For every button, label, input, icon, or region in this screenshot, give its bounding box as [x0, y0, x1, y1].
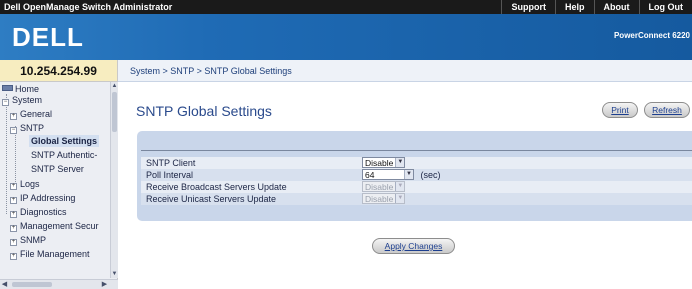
chevron-down-icon: ▼ — [395, 182, 405, 191]
sidebar-item-label: Home — [15, 84, 40, 94]
select-value: Disable — [365, 157, 394, 168]
apply-changes-button[interactable]: Apply Changes — [372, 238, 455, 254]
unit-label: (sec) — [420, 169, 441, 180]
expand-icon[interactable]: + — [10, 197, 17, 204]
sidebar-item-ip-addressing[interactable]: + IP Addressing — [10, 193, 75, 204]
unicast-update-select: Disable ▼ — [362, 193, 406, 204]
sidebar-item-label: SNTP — [20, 123, 45, 133]
tree-connector — [6, 94, 7, 214]
sidebar-item-general[interactable]: + General — [10, 109, 52, 120]
field-label: Poll Interval — [146, 170, 194, 180]
expand-icon[interactable]: + — [10, 113, 17, 120]
arrow-down-icon[interactable]: ▼ — [111, 270, 118, 278]
logout-link[interactable]: Log Out — [638, 0, 692, 14]
row-poll-interval: Poll Interval 64 ▼ (sec) — [141, 169, 692, 181]
arrow-right-icon[interactable]: ▶ — [100, 280, 109, 289]
chevron-down-icon: ▼ — [404, 170, 413, 179]
sidebar-item-label: Global Settings — [31, 136, 98, 146]
row-broadcast-update: Receive Broadcast Servers Update Disable… — [141, 181, 692, 193]
sidebar-item-label: Management Secur — [20, 221, 99, 231]
logo-text: DELL — [12, 22, 84, 52]
app-title: Dell OpenManage Switch Administrator — [4, 2, 173, 12]
breadcrumb: System > SNTP > SNTP Global Settings — [130, 66, 292, 76]
refresh-button[interactable]: Refresh — [644, 102, 690, 118]
select-value: 64 — [365, 169, 375, 180]
expand-icon[interactable]: + — [10, 183, 17, 190]
help-link[interactable]: Help — [554, 0, 594, 14]
collapse-icon[interactable]: − — [2, 99, 9, 106]
sidebar-item-sntp[interactable]: − SNTP — [10, 123, 44, 134]
product-name: PowerConnect 6220 — [613, 31, 690, 40]
field-label: Receive Broadcast Servers Update — [146, 182, 287, 192]
expand-icon[interactable]: + — [10, 239, 17, 246]
home-icon — [2, 85, 13, 91]
tree-connector — [15, 126, 16, 182]
support-link[interactable]: Support — [501, 0, 555, 14]
sidebar-horizontal-scrollbar[interactable]: ◀ ▶ — [0, 279, 118, 289]
breadcrumb-bar: System > SNTP > SNTP Global Settings — [118, 60, 692, 82]
sidebar-item-label: SNTP Server — [31, 164, 84, 174]
sidebar-item-management-security[interactable]: + Management Secur — [10, 221, 99, 232]
sidebar-item-sntp-server[interactable]: SNTP Server — [31, 164, 84, 174]
header-banner: DELL PowerConnect 6220 — [0, 14, 692, 60]
field-label: Receive Unicast Servers Update — [146, 194, 277, 204]
page-title: SNTP Global Settings — [136, 103, 272, 119]
sidebar-item-label: Logs — [20, 179, 40, 189]
select-value: Disable — [365, 193, 394, 204]
sidebar-item-label: IP Addressing — [20, 193, 76, 203]
device-ip: 10.254.254.99 — [0, 60, 118, 82]
expand-icon[interactable]: + — [10, 225, 17, 232]
sidebar-item-system[interactable]: − System — [2, 95, 42, 106]
arrow-left-icon[interactable]: ◀ — [0, 280, 9, 289]
chevron-down-icon: ▼ — [395, 158, 405, 167]
sntp-client-select[interactable]: Disable ▼ — [362, 157, 406, 168]
scroll-thumb[interactable] — [12, 282, 52, 287]
top-bar: Dell OpenManage Switch Administrator Sup… — [0, 0, 692, 14]
sidebar-item-label: SNTP Authentic- — [31, 150, 98, 160]
top-links: Support Help About Log Out — [501, 0, 692, 14]
sidebar-item-logs[interactable]: + Logs — [10, 179, 40, 190]
arrow-up-icon[interactable]: ▲ — [111, 82, 118, 90]
sidebar-item-snmp[interactable]: + SNMP — [10, 235, 46, 246]
scroll-thumb[interactable] — [112, 92, 117, 132]
sidebar-item-label: File Management — [20, 249, 90, 259]
navigation-tree: Home − System + General − SNTP Global Setti… — [0, 82, 118, 289]
field-label: SNTP Client — [146, 158, 196, 168]
expand-icon[interactable]: + — [10, 253, 17, 260]
sidebar-item-file-management[interactable]: + File Management — [10, 249, 90, 260]
about-link[interactable]: About — [593, 0, 639, 14]
broadcast-update-select: Disable ▼ — [362, 181, 406, 192]
select-value: Disable — [365, 181, 394, 192]
expand-icon[interactable]: + — [10, 211, 17, 218]
sidebar-item-label: General — [20, 109, 53, 119]
row-unicast-update: Receive Unicast Servers Update Disable ▼ — [141, 193, 692, 205]
sidebar-item-label: System — [12, 95, 43, 105]
panel-divider — [141, 150, 692, 151]
sidebar-item-label: Diagnostics — [20, 207, 67, 217]
collapse-icon[interactable]: − — [10, 127, 17, 134]
sidebar-vertical-scrollbar[interactable]: ▲ ▼ — [110, 82, 118, 278]
chevron-down-icon: ▼ — [395, 194, 405, 203]
sidebar-item-global-settings[interactable]: Global Settings — [29, 135, 100, 147]
sidebar-item-sntp-authentication[interactable]: SNTP Authentic- — [31, 150, 97, 160]
dell-logo: DELL — [12, 22, 84, 53]
sidebar-item-label: SNMP — [20, 235, 47, 245]
poll-interval-select[interactable]: 64 ▼ — [362, 169, 414, 180]
sidebar-item-home[interactable]: Home — [2, 84, 39, 94]
print-button[interactable]: Print — [602, 102, 638, 118]
sidebar-item-diagnostics[interactable]: + Diagnostics — [10, 207, 67, 218]
row-sntp-client: SNTP Client Disable ▼ — [141, 157, 692, 169]
